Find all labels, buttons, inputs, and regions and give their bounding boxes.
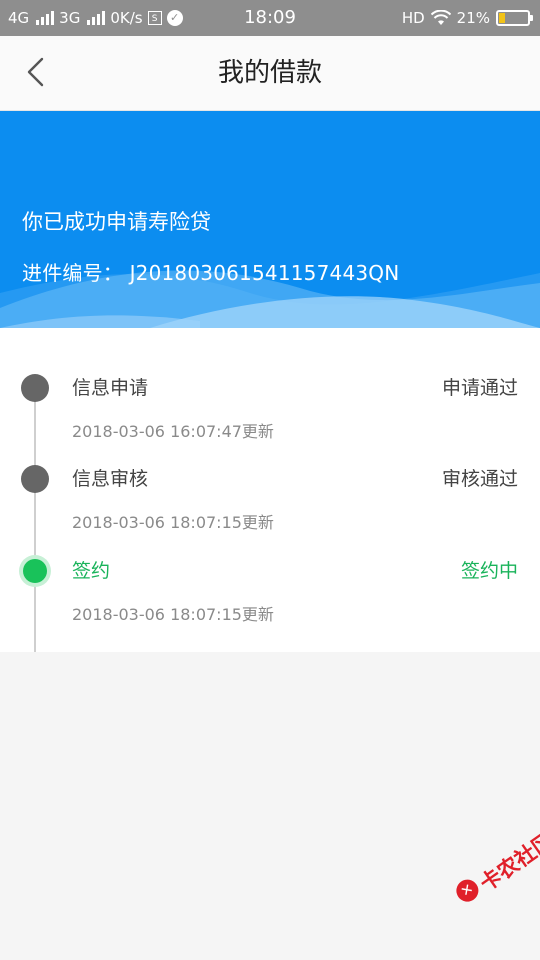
watermark-text: 卡农社区: [475, 828, 540, 896]
step-name: 签约: [72, 560, 111, 582]
step-dot-active: [23, 559, 47, 583]
watermark-logo: ✕ 卡农社区: [436, 808, 540, 931]
timeline-step: 信息申请 申请通过 2018-03-06 16:07:47更新: [0, 374, 540, 454]
reference-number: J201803061541157443QN: [129, 261, 400, 285]
battery-icon: [496, 10, 533, 26]
status-bar: 4G 3G 0K/s S ✓ 18:09 HD 21%: [0, 0, 540, 36]
step-name: 信息审核: [72, 468, 149, 490]
progress-timeline: 信息申请 申请通过 2018-03-06 16:07:47更新 信息审核 审核通…: [0, 328, 540, 652]
step-dot: [21, 465, 49, 493]
wifi-icon: [430, 10, 451, 25]
battery-percent: 21%: [456, 9, 490, 27]
application-success-message: 你已成功申请寿险贷: [22, 210, 211, 234]
nav-bar: 我的借款: [0, 36, 540, 111]
step-name: 信息申请: [72, 377, 149, 399]
reference-label: 进件编号：: [22, 261, 123, 285]
status-banner: 你已成功申请寿险贷 进件编号： J201803061541157443QN: [0, 111, 540, 328]
reference-number-row: 进件编号： J201803061541157443QN: [22, 257, 399, 286]
step-time: 2018-03-06 18:07:15更新: [72, 513, 274, 532]
step-dot: [21, 374, 49, 402]
hd-label: HD: [401, 9, 425, 27]
step-status: 签约中: [460, 560, 518, 582]
step-status: 审核通过: [441, 468, 518, 490]
status-right: HD 21%: [401, 0, 533, 36]
step-status: 申请通过: [441, 377, 518, 399]
timeline-step-active: 签约 签约中 2018-03-06 18:07:15更新: [0, 557, 540, 637]
page-title: 我的借款: [217, 58, 322, 88]
timeline-step: 信息审核 审核通过 2018-03-06 18:07:15更新: [0, 465, 540, 545]
step-time: 2018-03-06 16:07:47更新: [72, 422, 274, 441]
step-time: 2018-03-06 18:07:15更新: [72, 605, 274, 624]
